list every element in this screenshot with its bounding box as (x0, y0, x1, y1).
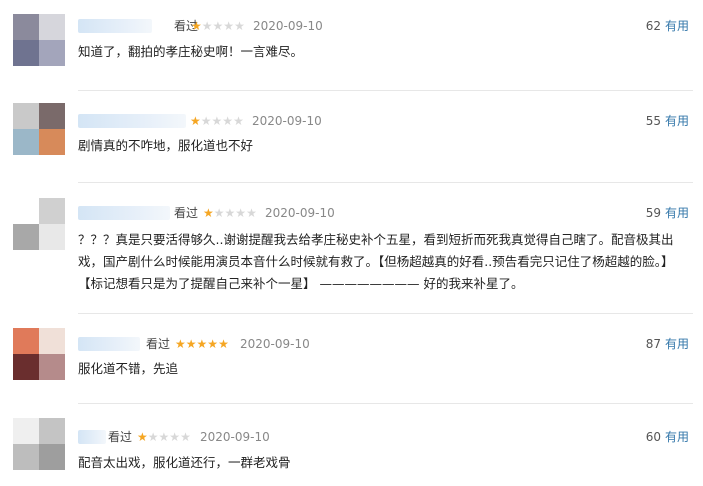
star-filled-icon: ★ (203, 206, 214, 220)
username[interactable] (78, 114, 186, 128)
useful-button[interactable]: 有用 (665, 430, 689, 444)
username[interactable] (78, 337, 140, 351)
rating-stars: ★★★★★ (190, 112, 244, 130)
rating-stars: ★★★★★ (191, 17, 245, 35)
star-empty-icon: ★ (224, 206, 236, 220)
star-filled-icon: ★ (196, 337, 208, 351)
star-empty-icon: ★ (235, 206, 247, 220)
star-filled-icon: ★ (175, 337, 186, 351)
review-item: ★★★★★ 2020-09-10 55 有用 剧情真的不咋地，服化道也不好 (0, 91, 703, 181)
username[interactable] (78, 206, 170, 220)
vote-count: 60 (645, 430, 661, 444)
vote-count: 62 (645, 19, 661, 33)
useful-button[interactable]: 有用 (665, 337, 689, 351)
status-seen: 看过 (146, 337, 171, 351)
review-content: ？？？真是只要活得够久..谢谢提醒我去给孝庄秘史补个五星，看到短折而死我真觉得自… (78, 232, 674, 291)
vote-area: 62 有用 (646, 17, 689, 35)
review-item: 看过 ★★★★★ 2020-09-10 60 有用 配音太出戏，服化道还行，一群老… (0, 404, 703, 486)
review-content: 知道了，翻拍的孝庄秘史啊！一言难尽。 (78, 44, 304, 59)
rating-stars: ★★★★★ (203, 204, 257, 222)
status-seen: 看过 (108, 430, 133, 444)
status-seen: 看过 (174, 206, 199, 220)
review-content: 剧情真的不咋地，服化道也不好 (78, 138, 254, 153)
review-item: 看过 ★★★★★ 2020-09-10 62 有用 知道了，翻拍的孝庄秘史啊！一言… (0, 0, 703, 90)
review-content: 配音太出戏，服化道还行，一群老戏骨 (78, 455, 291, 470)
review-date: 2020-09-10 (265, 206, 335, 220)
vote-area: 55 有用 (646, 112, 689, 130)
star-empty-icon: ★ (211, 114, 223, 128)
star-empty-icon: ★ (200, 114, 212, 128)
review-item: 看过 ★★★★★ 2020-09-10 87 有用 服化道不错，先追 (0, 314, 703, 402)
vote-count: 87 (645, 337, 661, 351)
star-empty-icon: ★ (212, 19, 224, 33)
review-date: 2020-09-10 (240, 337, 310, 351)
vote-count: 55 (645, 114, 661, 128)
vote-area: 60 有用 (646, 428, 689, 446)
review-date: 2020-09-10 (200, 430, 270, 444)
avatar[interactable] (13, 14, 65, 66)
avatar[interactable] (13, 103, 65, 155)
useful-button[interactable]: 有用 (665, 114, 689, 128)
star-empty-icon: ★ (222, 114, 234, 128)
username[interactable] (78, 430, 106, 444)
rating-stars: ★★★★★ (137, 428, 191, 446)
star-empty-icon: ★ (234, 19, 245, 33)
star-empty-icon: ★ (201, 19, 213, 33)
review-date: 2020-09-10 (253, 19, 323, 33)
username[interactable] (78, 19, 152, 33)
star-empty-icon: ★ (147, 430, 159, 444)
vote-area: 87 有用 (646, 335, 689, 353)
star-filled-icon: ★ (190, 114, 201, 128)
star-empty-icon: ★ (246, 206, 257, 220)
star-filled-icon: ★ (137, 430, 148, 444)
avatar[interactable] (13, 198, 65, 250)
avatar[interactable] (13, 328, 65, 380)
useful-button[interactable]: 有用 (665, 19, 689, 33)
star-empty-icon: ★ (180, 430, 191, 444)
star-empty-icon: ★ (213, 206, 225, 220)
useful-button[interactable]: 有用 (665, 206, 689, 220)
review-content: 服化道不错，先追 (78, 361, 179, 376)
review-item: 看过 ★★★★★ 2020-09-10 59 有用 ？？？真是只要活得够久..谢谢… (0, 183, 703, 313)
star-filled-icon: ★ (207, 337, 219, 351)
avatar[interactable] (13, 418, 65, 470)
review-date: 2020-09-10 (252, 114, 322, 128)
star-filled-icon: ★ (191, 19, 202, 33)
star-empty-icon: ★ (158, 430, 170, 444)
star-filled-icon: ★ (185, 337, 197, 351)
vote-count: 59 (645, 206, 661, 220)
star-empty-icon: ★ (233, 114, 244, 128)
star-filled-icon: ★ (218, 337, 229, 351)
rating-stars: ★★★★★ (175, 335, 229, 353)
star-empty-icon: ★ (223, 19, 235, 33)
star-empty-icon: ★ (169, 430, 181, 444)
vote-area: 59 有用 (646, 204, 689, 222)
